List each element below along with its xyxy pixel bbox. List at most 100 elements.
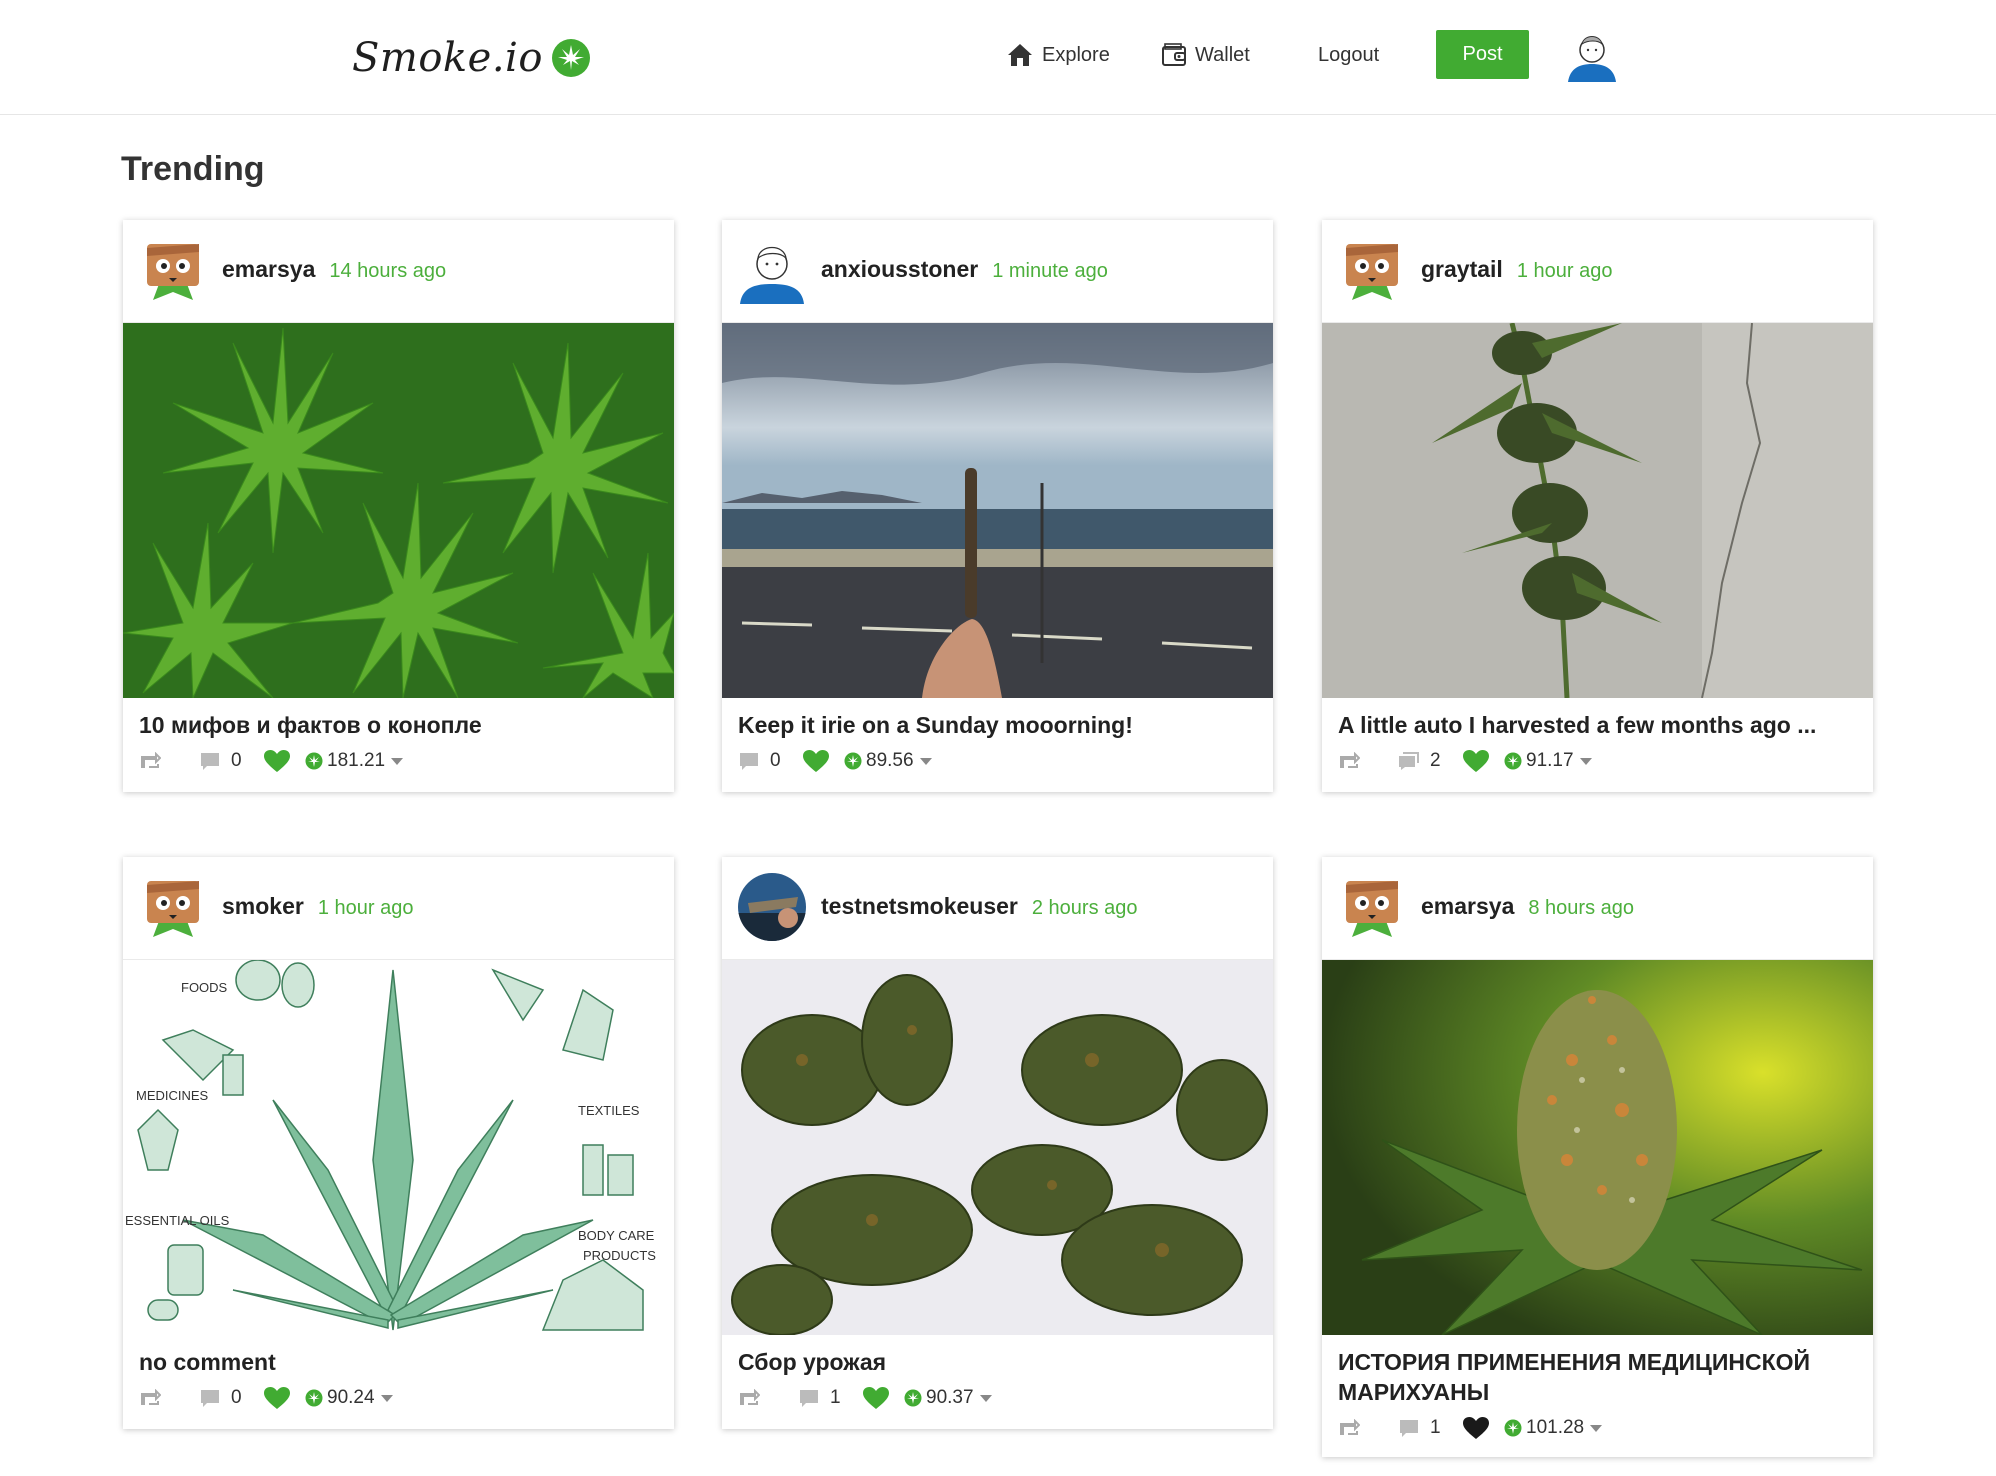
repost-icon (141, 1389, 161, 1405)
payout-value[interactable]: 90.24 (305, 1387, 393, 1409)
payout-value[interactable]: 91.17 (1504, 750, 1592, 772)
comments-button[interactable]: 0 (199, 1387, 263, 1409)
nav-explore-label: Explore (1042, 43, 1110, 66)
nav-wallet[interactable]: Wallet (1161, 30, 1250, 80)
post-card[interactable]: graytail 1 hour ago A little auto I harve… (1322, 220, 1873, 792)
like-button[interactable] (263, 1386, 305, 1410)
diagram-label: TEXTILES (578, 1103, 640, 1118)
chevron-down-icon[interactable] (380, 1394, 393, 1402)
chevron-down-icon[interactable] (979, 1394, 992, 1402)
post-image[interactable] (1322, 323, 1873, 698)
diagram-label: FOODS (181, 980, 228, 995)
author-name-text: emarsya (1421, 893, 1515, 919)
post-card[interactable]: testnetsmokeuser 2 hours ago Сбор урожая … (722, 857, 1273, 1429)
post-image[interactable] (722, 960, 1273, 1335)
post-card[interactable]: emarsya 14 hours ago 10 мифов и фактов о … (123, 220, 674, 792)
post-time[interactable]: 1 hour ago (318, 897, 414, 919)
repost-button[interactable] (738, 1389, 798, 1407)
payout-amount: 90.24 (327, 1387, 375, 1408)
chevron-down-icon[interactable] (919, 757, 932, 765)
comments-button[interactable]: 1 (798, 1387, 862, 1409)
post-title[interactable]: 10 мифов и фактов о конопле (139, 710, 658, 740)
heart-icon (1463, 1417, 1489, 1439)
author-avatar[interactable] (738, 236, 806, 304)
like-button[interactable] (1462, 1416, 1504, 1440)
diagram-label: MEDICINES (136, 1088, 209, 1103)
comment-count: 0 (231, 1387, 242, 1408)
logo-text: Smoke.io (352, 35, 543, 81)
post-card[interactable]: smoker 1 hour ago FOODS MEDICINES TEXTIL… (123, 857, 674, 1429)
post-time[interactable]: 2 hours ago (1032, 897, 1138, 919)
like-button[interactable] (263, 749, 305, 773)
payout-value[interactable]: 101.28 (1504, 1417, 1603, 1439)
author-name-text: testnetsmokeuser (821, 893, 1018, 919)
post-time[interactable]: 8 hours ago (1528, 897, 1634, 919)
card-header: testnetsmokeuser 2 hours ago (722, 857, 1273, 960)
author-name[interactable]: graytail 1 hour ago (1421, 256, 1612, 283)
post-title[interactable]: Keep it irie on a Sunday mooorning! (738, 710, 1257, 740)
author-avatar[interactable] (738, 873, 806, 941)
repost-icon (1340, 1419, 1360, 1435)
comment-icon (1400, 1420, 1418, 1437)
payout-value[interactable]: 181.21 (305, 750, 404, 772)
diagram-label: ESSENTIAL OILS (125, 1213, 230, 1228)
post-time[interactable]: 14 hours ago (329, 260, 446, 282)
author-name[interactable]: anxiousstoner 1 minute ago (821, 256, 1108, 283)
comment-count: 1 (830, 1387, 841, 1408)
author-name[interactable]: emarsya 14 hours ago (222, 256, 446, 283)
repost-button[interactable] (139, 1389, 199, 1407)
chevron-down-icon[interactable] (391, 757, 404, 765)
author-avatar[interactable] (139, 873, 207, 941)
post-button[interactable]: Post (1436, 30, 1529, 79)
like-button[interactable] (802, 749, 844, 773)
post-title[interactable]: ИСТОРИЯ ПРИМЕНЕНИЯ МЕДИЦИНСКОЙ МАРИХУАНЫ (1338, 1347, 1857, 1407)
author-avatar[interactable] (1338, 873, 1406, 941)
post-title[interactable]: no comment (139, 1347, 658, 1377)
chevron-down-icon[interactable] (1579, 757, 1592, 765)
comments-button[interactable]: 0 (199, 750, 263, 772)
author-name[interactable]: smoker 1 hour ago (222, 893, 413, 920)
cannabis-leaf-icon (551, 39, 590, 77)
post-actions: 0 181.21 (139, 746, 658, 776)
repost-button[interactable] (139, 752, 199, 770)
comments-button[interactable]: 0 (738, 750, 802, 772)
nav-explore[interactable]: Explore (1006, 30, 1110, 80)
author-avatar[interactable] (1338, 236, 1406, 304)
author-name[interactable]: emarsya 8 hours ago (1421, 893, 1634, 920)
post-image[interactable] (1322, 960, 1873, 1335)
author-name-text: smoker (222, 893, 304, 919)
card-header: emarsya 8 hours ago (1322, 857, 1873, 960)
site-logo[interactable]: Smoke.io (352, 30, 591, 86)
post-card[interactable]: anxiousstoner 1 minute ago Keep it irie o… (722, 220, 1273, 792)
author-avatar[interactable] (139, 236, 207, 304)
repost-button[interactable] (1338, 1419, 1398, 1437)
payout-amount: 89.56 (866, 750, 914, 771)
repost-button[interactable] (1338, 752, 1398, 770)
post-card[interactable]: emarsya 8 hours ago ИСТОРИЯ ПРИМЕНЕНИЯ МЕ… (1322, 857, 1873, 1457)
payout-value[interactable]: 89.56 (844, 750, 932, 772)
author-name[interactable]: testnetsmokeuser 2 hours ago (821, 893, 1138, 920)
comments-button[interactable]: 2 (1398, 750, 1462, 772)
post-actions: 2 91.17 (1338, 746, 1857, 776)
like-button[interactable] (862, 1386, 904, 1410)
post-time[interactable]: 1 minute ago (992, 260, 1108, 282)
comments-button[interactable]: 1 (1398, 1417, 1462, 1439)
post-image[interactable] (722, 323, 1273, 698)
post-image[interactable]: FOODS MEDICINES TEXTILES ESSENTIAL OILS … (123, 960, 674, 1335)
post-actions: 1 101.28 (1338, 1413, 1857, 1443)
post-actions: 1 90.37 (738, 1383, 1257, 1413)
nav-logout-label: Logout (1318, 43, 1380, 66)
post-title[interactable]: Сбор урожая (738, 1347, 1257, 1377)
post-actions: 0 89.56 (738, 746, 1257, 776)
repost-icon (141, 752, 161, 768)
payout-value[interactable]: 90.37 (904, 1387, 992, 1409)
post-title[interactable]: A little auto I harvested a few months a… (1338, 710, 1857, 740)
nav-logout[interactable]: Logout (1318, 30, 1379, 80)
post-time[interactable]: 1 hour ago (1517, 260, 1613, 282)
user-avatar[interactable] (1566, 28, 1618, 82)
comment-count: 1 (1430, 1417, 1441, 1438)
chevron-down-icon[interactable] (1590, 1424, 1603, 1432)
payout-amount: 101.28 (1526, 1417, 1585, 1438)
post-image[interactable] (123, 323, 674, 698)
like-button[interactable] (1462, 749, 1504, 773)
